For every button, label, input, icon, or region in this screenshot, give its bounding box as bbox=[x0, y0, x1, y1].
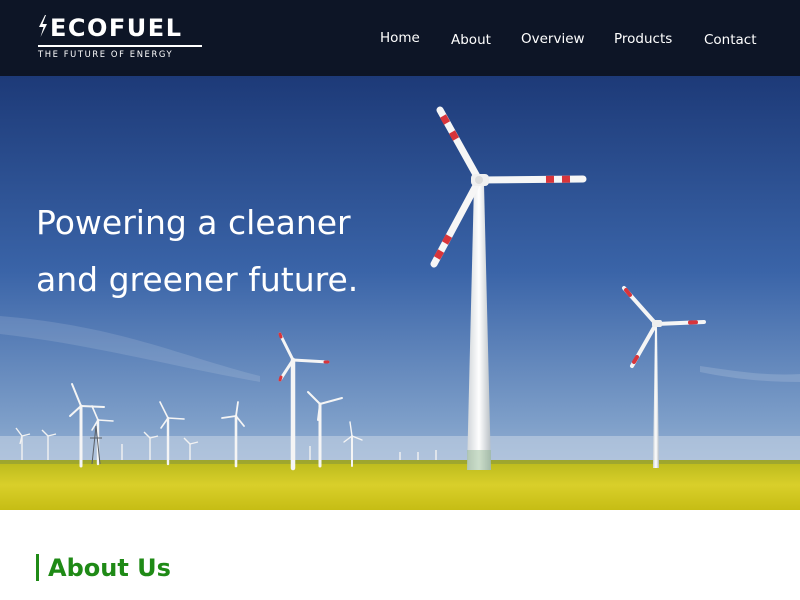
nav-item-overview[interactable]: Overview bbox=[521, 29, 585, 49]
nav-item-contact[interactable]: Contact bbox=[704, 30, 757, 50]
hero-headline: Powering a cleaner and greener future. bbox=[36, 194, 456, 308]
about-heading: About Us bbox=[48, 554, 171, 582]
about-section: About Us bbox=[0, 510, 800, 600]
hero-banner: Powering a cleaner and greener future. bbox=[0, 76, 800, 510]
site-header: ECOFUEL THE FUTURE OF ENERGY Home About … bbox=[0, 0, 800, 76]
main-nav: Home About Overview Products Contact bbox=[0, 0, 800, 76]
hero-headline-line-2: and greener future. bbox=[36, 260, 359, 299]
hero-headline-line-1: Powering a cleaner bbox=[36, 203, 351, 242]
nav-item-products[interactable]: Products bbox=[614, 29, 672, 49]
nav-item-about[interactable]: About bbox=[451, 30, 491, 50]
nav-item-home[interactable]: Home bbox=[380, 28, 420, 48]
about-heading-accent-bar bbox=[36, 554, 39, 581]
